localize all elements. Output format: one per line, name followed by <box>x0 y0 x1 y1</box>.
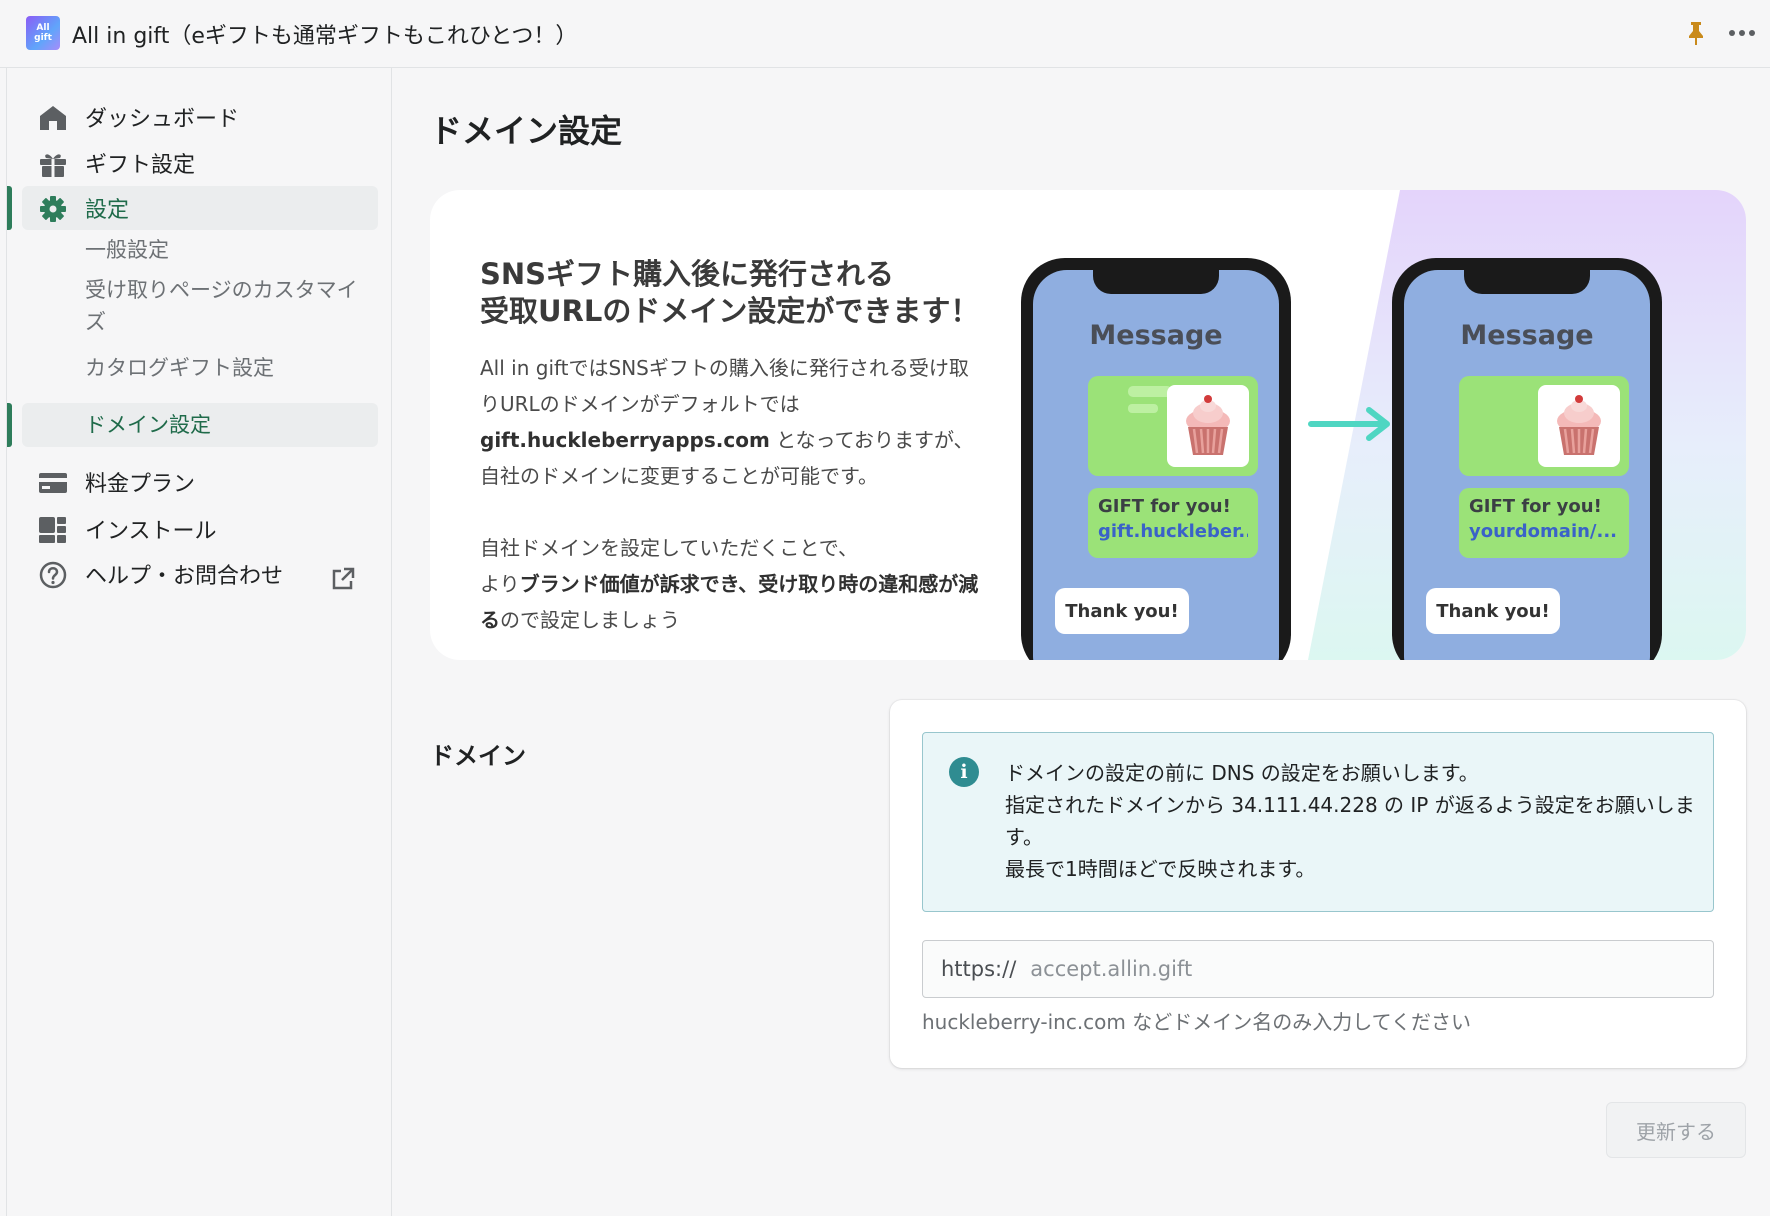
gift-card-image <box>1088 376 1258 476</box>
dns-info-banner: i ドメインの設定の前に DNS の設定をお願いします。 指定されたドメインから… <box>922 732 1714 912</box>
phone-screen: Message GIFT for you! yourdomain/... Tha… <box>1404 270 1650 660</box>
gift-url: gift.huckleber... <box>1098 521 1248 542</box>
sidebar-item-gift-settings[interactable]: ギフト設定 <box>22 141 378 185</box>
active-indicator <box>7 403 12 447</box>
home-icon <box>40 106 66 130</box>
feature-banner: SNSギフト購入後に発行される 受取URLのドメイン設定ができます！ All i… <box>430 190 1746 660</box>
dns-info-text: ドメインの設定の前に DNS の設定をお願いします。 指定されたドメインから 3… <box>1005 757 1695 885</box>
app-title: All in gift（eギフトも通常ギフトもこれひとつ！） <box>72 24 578 49</box>
gift-label: GIFT for you! <box>1469 496 1602 517</box>
domain-input-field[interactable]: https:// <box>922 940 1714 998</box>
sidebar-subitem-receive-page[interactable]: 受け取りページのカスタマイズ <box>22 274 378 340</box>
sidebar: ダッシュボード ギフト設定 設定 一般設定 受け取りページのカスタマイズ カタロ… <box>0 68 392 1216</box>
cupcake-icon <box>1557 395 1601 455</box>
banner-body: All in giftではSNSギフトの購入後に発行される受け取りURLのドメイ… <box>480 350 980 638</box>
info-icon: i <box>949 757 979 787</box>
sidebar-subitem-label: 受け取りページのカスタマイズ <box>85 278 358 334</box>
phone-notch <box>1093 270 1219 294</box>
thanks-bubble: Thank you! <box>1055 588 1189 634</box>
sidebar-item-help[interactable]: ヘルプ・お問合わせ <box>22 552 378 596</box>
credit-card-icon <box>39 473 67 493</box>
banner-heading-line: 受取URLのドメイン設定ができます！ <box>480 294 980 328</box>
banner-text: より <box>480 572 520 596</box>
sidebar-item-pricing[interactable]: 料金プラン <box>22 460 378 504</box>
banner-paragraph-1: All in giftではSNSギフトの購入後に発行される受け取りURLのドメイ… <box>480 350 980 494</box>
sidebar-subitem-label: 一般設定 <box>85 238 169 262</box>
banner-paragraph-2: 自社ドメインを設定していただくことで、 よりブランド価値が訴求でき、受け取り時の違… <box>480 530 980 638</box>
external-link-icon[interactable] <box>330 566 356 592</box>
cupcake-image <box>1538 385 1620 467</box>
info-line: ドメインの設定の前に DNS の設定をお願いします。 <box>1005 761 1479 785</box>
update-button[interactable]: 更新する <box>1606 1102 1746 1158</box>
banner-heading: SNSギフト購入後に発行される 受取URLのドメイン設定ができます！ <box>480 256 979 330</box>
gift-label: GIFT for you! <box>1098 496 1231 517</box>
sidebar-item-label: 料金プラン <box>85 472 196 497</box>
sidebar-item-install[interactable]: インストール <box>22 507 378 551</box>
banner-text: ので設定しましょう <box>500 608 680 632</box>
phone-notch <box>1464 270 1590 294</box>
sidebar-item-label: ヘルプ・お問合わせ <box>85 564 284 589</box>
message-title: Message <box>1460 320 1594 351</box>
gear-icon <box>40 196 66 222</box>
banner-text: All in giftではSNSギフトの購入後に発行される受け取りURLのドメイ… <box>480 356 969 416</box>
apps-icon <box>39 517 66 543</box>
cupcake-icon <box>1186 395 1230 455</box>
phone-mockup-after: Message GIFT for you! yourdomain/... Tha… <box>1392 258 1662 660</box>
sidebar-item-label: インストール <box>85 519 217 544</box>
phone-mockup-before: Message GIFT for you! gift.huckleber... … <box>1021 258 1291 660</box>
sidebar-item-dashboard[interactable]: ダッシュボード <box>22 95 378 139</box>
banner-heading-line: SNSギフト購入後に発行される <box>480 257 895 291</box>
app-logo-text-1: All <box>36 23 50 33</box>
domain-input[interactable] <box>1030 957 1671 981</box>
sidebar-subitem-general[interactable]: 一般設定 <box>22 232 378 268</box>
domain-card: i ドメインの設定の前に DNS の設定をお願いします。 指定されたドメインから… <box>890 700 1746 1068</box>
url-prefix: https:// <box>941 957 1017 981</box>
default-domain: gift.huckleberryapps.com <box>480 428 770 452</box>
thanks-bubble: Thank you! <box>1426 588 1560 634</box>
sidebar-item-label: ギフト設定 <box>85 153 196 178</box>
page-title: ドメイン設定 <box>430 112 623 150</box>
top-bar: All gift All in gift（eギフトも通常ギフトもこれひとつ！） <box>0 0 1770 68</box>
more-icon[interactable] <box>1726 20 1758 46</box>
info-line: 最長で1時間ほどで反映されます。 <box>1005 857 1316 881</box>
arrow-right-icon <box>1308 407 1390 441</box>
gift-message-bubble: GIFT for you! gift.huckleber... <box>1088 488 1258 558</box>
domain-help-text: huckleberry-inc.com などドメイン名のみ入力してください <box>922 1010 1472 1034</box>
message-title: Message <box>1089 320 1223 351</box>
app-logo: All gift <box>26 16 60 50</box>
sidebar-subitem-label: カタログギフト設定 <box>85 356 274 380</box>
phone-screen: Message GIFT for you! gift.huckleber... … <box>1033 270 1279 660</box>
domain-section-label: ドメイン <box>430 742 526 770</box>
banner-text: 自社ドメインを設定していただくことで、 <box>480 536 858 560</box>
pin-icon[interactable] <box>1685 20 1707 46</box>
sidebar-subitem-label: ドメイン設定 <box>85 413 211 437</box>
gift-message-bubble: GIFT for you! yourdomain/... <box>1459 488 1629 558</box>
cupcake-image <box>1167 385 1249 467</box>
sidebar-item-settings[interactable]: 設定 <box>22 186 378 230</box>
gift-card-image <box>1459 376 1629 476</box>
active-indicator <box>7 186 12 230</box>
gift-icon <box>40 154 66 177</box>
sidebar-item-label: 設定 <box>85 198 130 223</box>
sidebar-subitem-catalog-gift[interactable]: カタログギフト設定 <box>22 350 378 386</box>
gift-url: yourdomain/... <box>1469 521 1618 542</box>
sidebar-item-label: ダッシュボード <box>85 107 240 132</box>
help-icon <box>39 561 67 589</box>
info-line: 指定されたドメインから 34.111.44.228 の IP が返るよう設定をお… <box>1005 793 1695 849</box>
app-logo-text-2: gift <box>34 33 52 43</box>
sidebar-subitem-domain[interactable]: ドメイン設定 <box>22 403 378 447</box>
